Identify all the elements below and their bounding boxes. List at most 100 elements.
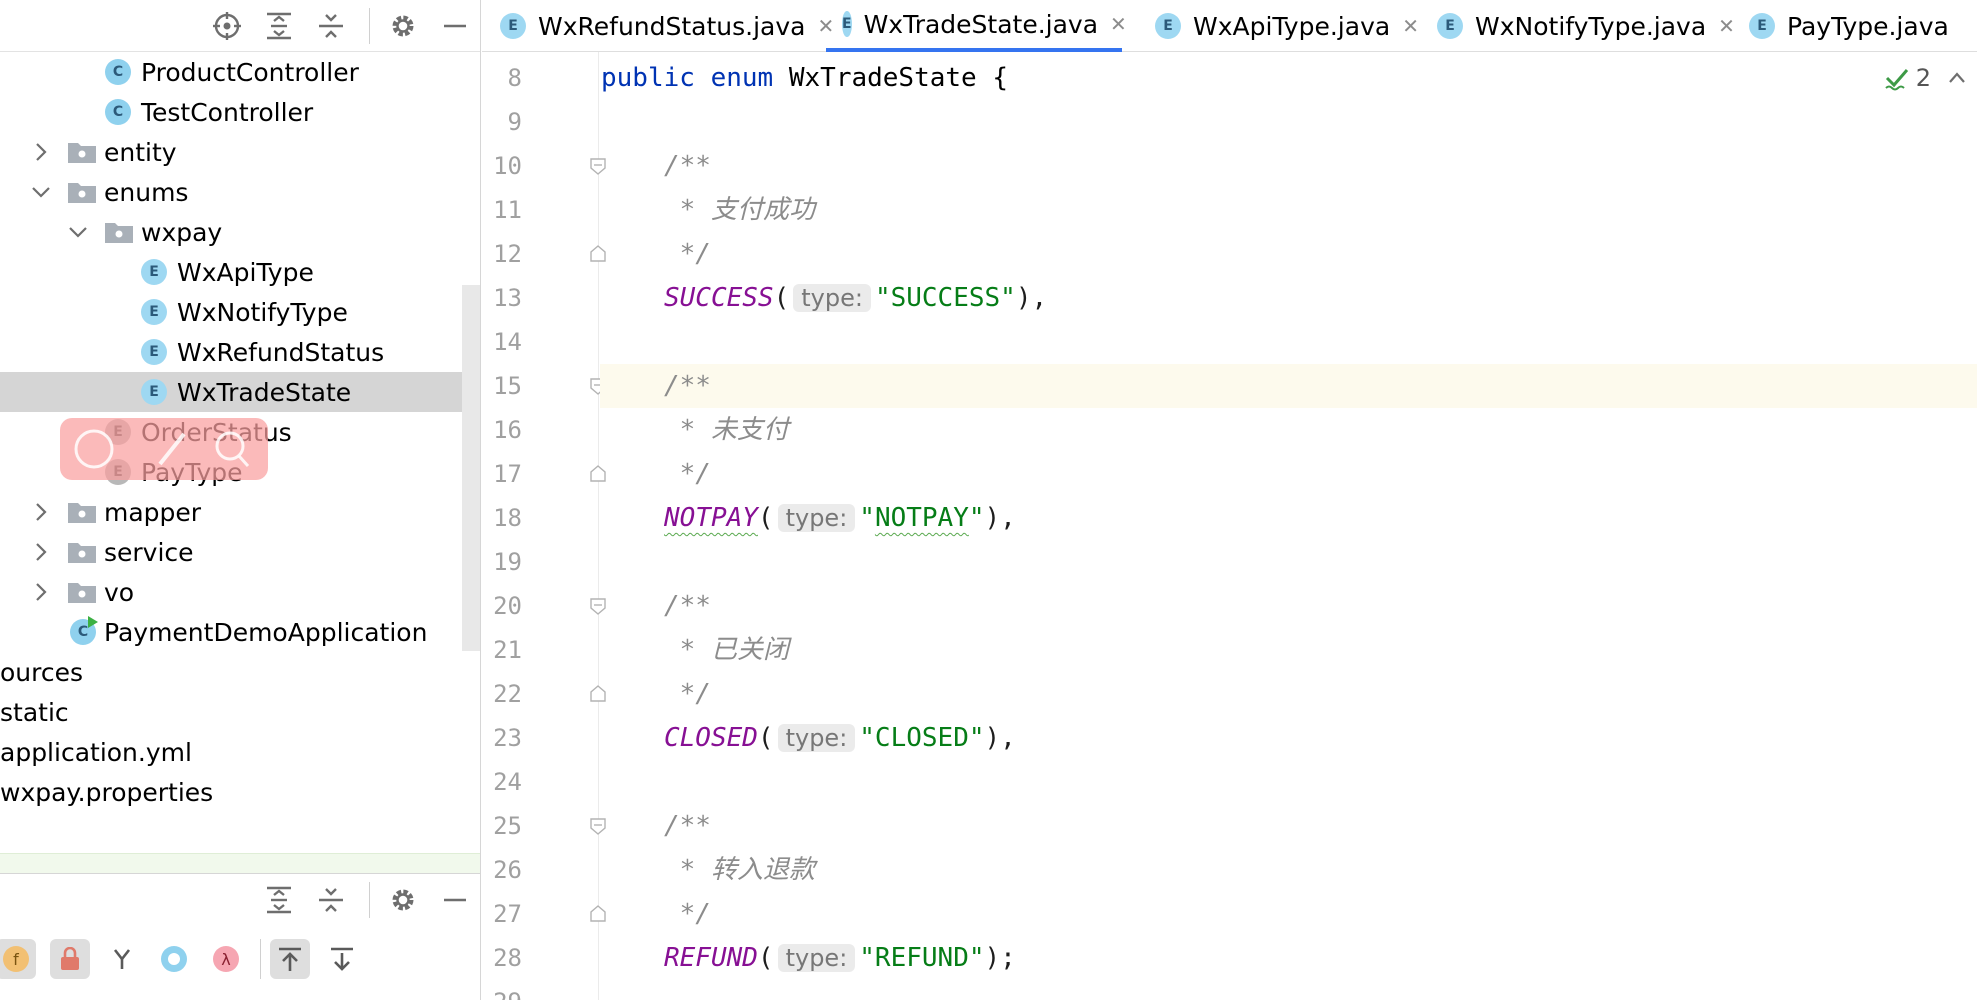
collapse-all-icon[interactable] [315,884,347,916]
doc-comment-close: */ [664,239,711,269]
autoscroll-from-source-button[interactable] [322,939,362,979]
paren: ( [757,723,774,753]
string-literal: "CLOSED" [859,723,985,753]
line-number: 29 [482,980,522,1000]
folder-icon [67,140,97,164]
close-icon[interactable]: ✕ [1718,14,1735,38]
doc-comment-close: */ [664,459,711,489]
line-number: 9 [507,108,522,136]
tree-item-testcontroller[interactable]: C TestController [0,92,462,132]
line-number: 28 [493,944,522,972]
chevron-up-icon[interactable] [1947,68,1967,88]
tree-item-label: enums [104,177,189,207]
show-lambdas-button[interactable]: λ [206,939,246,979]
hide-panel-icon[interactable] [439,884,471,916]
tree-item-label: ProductController [141,57,359,87]
tree-item-wxapitype[interactable]: E WxApiType [0,252,462,292]
enum-icon: E [500,13,526,39]
chevron-down-icon[interactable] [30,181,52,203]
close-icon[interactable]: ✕ [1110,12,1127,36]
show-inherited-button[interactable] [102,939,142,979]
folder-icon [67,580,97,604]
show-fields-button[interactable]: f [0,939,36,979]
show-anonymous-button[interactable] [154,939,194,979]
code-text-area[interactable]: public enum WxTradeState { /** * 支付成功 */… [600,52,1977,1000]
tree-item-label: static [0,697,69,727]
enum-constant: NOTPAY [664,503,758,533]
tree-item-wxpay-properties[interactable]: wxpay.properties [0,772,462,812]
enum-icon: E [1155,13,1181,39]
tab-label: WxNotifyType.java [1475,11,1707,41]
folder-icon [67,540,97,564]
tree-item-static[interactable]: static [0,692,462,732]
expand-all-icon[interactable] [263,884,295,916]
tree-item-wxnotifytype[interactable]: E WxNotifyType [0,292,462,332]
tree-item-wxrefundstatus[interactable]: E WxRefundStatus [0,332,462,372]
string-literal: "SUCCESS" [874,283,1016,313]
tree-scrollbar[interactable] [462,285,480,651]
parameter-hint: type: [793,284,871,312]
tree-item-vo[interactable]: vo [0,572,462,612]
enum-icon: E [1437,13,1463,39]
doc-comment-text: 未支付 [710,415,789,445]
tree-item-productcontroller[interactable]: C ProductController [0,52,462,92]
code-editor: E WxRefundStatus.java ✕ E WxTradeState.j… [482,0,1977,1000]
tree-item-service[interactable]: service [0,532,462,572]
code-line-27: */ [600,892,1977,936]
paren: ( [757,943,774,973]
structure-filter-toolbar: f λ [0,933,480,985]
inspection-widget[interactable]: 2 [1884,64,1967,92]
select-opened-file-icon[interactable] [211,10,243,42]
ai-assistant-overlay[interactable] [60,418,268,480]
tab-wxnotifytype[interactable]: E WxNotifyType.java ✕ [1437,0,1735,52]
tab-wxtradestate[interactable]: E WxTradeState.java ✕ [826,0,1127,52]
tab-wxapitype[interactable]: E WxApiType.java ✕ [1155,0,1419,52]
chevron-right-icon[interactable] [30,501,52,523]
chevron-right-icon[interactable] [30,581,52,603]
chevron-right-icon[interactable] [30,141,52,163]
parameter-hint: type: [777,944,856,972]
folder-icon [67,180,97,204]
inheritance-icon [113,949,131,969]
tree-item-paymentdemoapplication[interactable]: C PaymentDemoApplication [0,612,462,652]
tree-item-label: TestController [141,97,314,127]
string-literal: "NOTPAY" [859,503,985,533]
expand-all-icon[interactable] [263,10,295,42]
settings-gear-icon[interactable] [387,10,419,42]
line-number: 12 [493,240,522,268]
tree-item-wxtradestate[interactable]: E WxTradeState [0,372,462,412]
code-line-16: * 未支付 [600,408,1977,452]
tab-paytype[interactable]: E PayType.java [1749,0,1949,52]
enum-constant: SUCCESS [664,283,774,313]
hide-panel-icon[interactable] [439,10,471,42]
editor-gutter[interactable]: 8 9 10 11 12 13 14 15 16 17 18 19 20 21 … [482,52,606,1000]
tree-item-application-yml[interactable]: application.yml [0,732,462,772]
tree-item-resources[interactable]: ources [0,652,462,692]
project-toolbar [0,0,480,52]
tree-item-label: PaymentDemoApplication [104,617,428,647]
doc-comment-text: 支付成功 [710,195,815,225]
settings-gear-icon[interactable] [387,884,419,916]
tree-item-label: wxpay.properties [0,777,214,807]
tree-item-label: ources [0,657,84,687]
tree-item-entity[interactable]: entity [0,132,462,172]
line-number: 25 [493,812,522,840]
doc-comment-star: * [664,635,711,665]
parameter-hint: type: [777,504,856,532]
parameter-hint: type: [777,724,856,752]
autoscroll-to-source-button[interactable] [270,939,310,979]
tab-wxrefundstatus[interactable]: E WxRefundStatus.java ✕ [500,0,834,52]
enum-icon: E [141,259,167,285]
chevron-down-icon[interactable] [67,221,89,243]
close-icon[interactable]: ✕ [1402,14,1419,38]
tree-item-mapper[interactable]: mapper [0,492,462,532]
tab-label: WxRefundStatus.java [538,11,806,41]
show-non-public-button[interactable] [50,939,90,979]
tree-item-enums[interactable]: enums [0,172,462,212]
enum-icon: E [842,11,852,37]
collapse-all-icon[interactable] [315,10,347,42]
string-content: NOTPAY [874,503,969,533]
tree-item-wxpay[interactable]: wxpay [0,212,462,252]
chevron-right-icon[interactable] [30,541,52,563]
enum-constant: REFUND [664,943,758,973]
